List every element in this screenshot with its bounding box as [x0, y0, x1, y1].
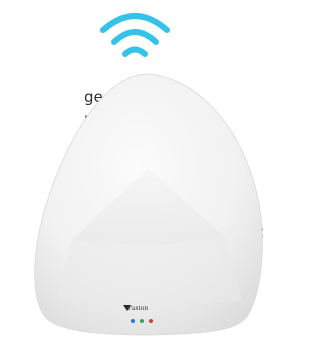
access-control-hub-device [34, 73, 263, 336]
device-facet-shadow [56, 238, 242, 310]
status-led-red [149, 319, 153, 323]
status-led-green [140, 319, 144, 323]
product-image-panel: ge. pen : Paxton [0, 0, 271, 338]
status-led-blue [131, 319, 135, 323]
brand-label: Paxton [128, 304, 149, 312]
